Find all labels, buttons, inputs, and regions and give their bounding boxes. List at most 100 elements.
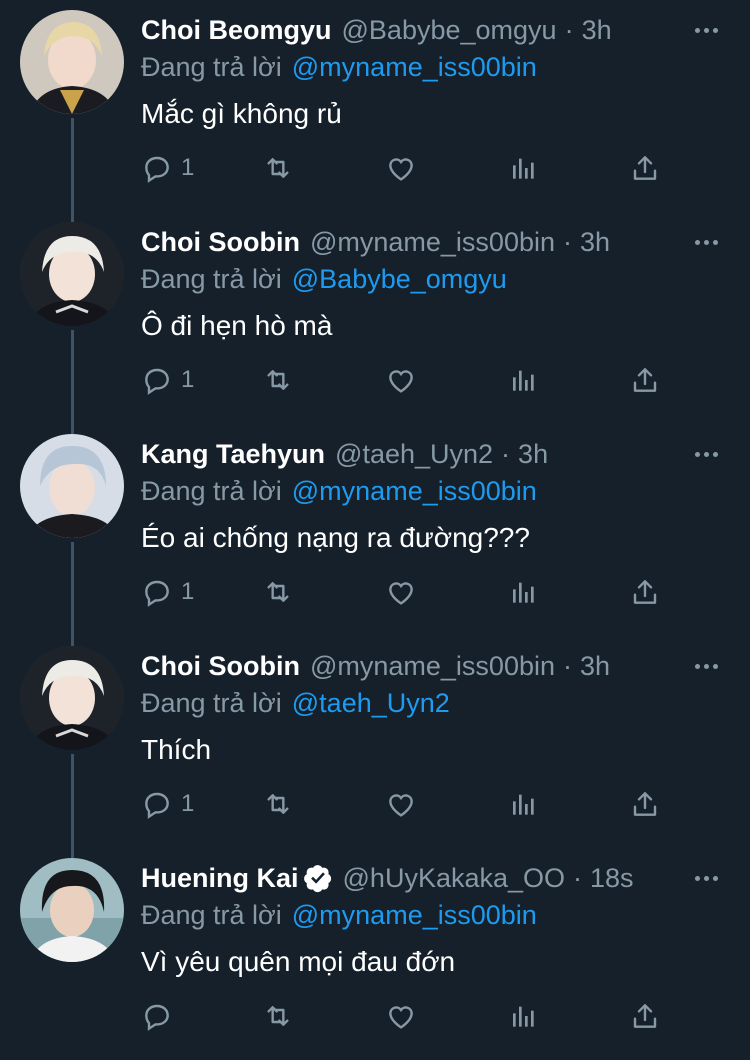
- mention-link[interactable]: @taeh_Uyn2: [292, 688, 450, 718]
- analytics-button[interactable]: [507, 996, 539, 1036]
- mention-link[interactable]: @myname_iss00bin: [292, 900, 537, 930]
- separator-dot: ·: [563, 651, 572, 681]
- reply-button[interactable]: 1: [141, 784, 194, 824]
- analytics-button[interactable]: [507, 572, 539, 612]
- tweet-actions: 1: [141, 148, 701, 188]
- analytics-button[interactable]: [507, 360, 539, 400]
- share-button[interactable]: [629, 148, 661, 188]
- tweet-actions: 1: [141, 784, 701, 824]
- avatar[interactable]: [20, 222, 124, 326]
- retweet-icon: [267, 1006, 289, 1026]
- analytics-button[interactable]: [507, 148, 539, 188]
- reply-icon: [145, 580, 169, 607]
- reply-count: 1: [181, 154, 195, 181]
- tweet[interactable]: Kang Taehyun @taeh_Uyn2 · 3h Đang trả lờ…: [0, 424, 750, 636]
- like-icon: [389, 582, 413, 605]
- like-button[interactable]: [385, 996, 417, 1036]
- verified-badge-icon: [303, 865, 331, 893]
- analytics-button[interactable]: [507, 784, 539, 824]
- analytics-icon: [513, 370, 534, 391]
- more-icon[interactable]: [686, 866, 726, 890]
- tweet-text: Thích: [141, 734, 212, 765]
- tweet-text: Vì yêu quên mọi đau đớn: [141, 946, 456, 977]
- reply-button[interactable]: 1: [141, 148, 194, 188]
- avatar[interactable]: [20, 858, 124, 962]
- like-icon: [389, 1006, 413, 1029]
- timestamp[interactable]: 3h: [580, 224, 610, 260]
- user-handle[interactable]: @myname_iss00bin: [310, 648, 555, 684]
- tweet-actions: [141, 996, 701, 1036]
- tweet-header: Huening Kai @hUyKakaka_OO · 18s: [141, 860, 726, 896]
- share-icon: [633, 580, 657, 604]
- display-name[interactable]: Kang Taehyun: [141, 436, 325, 472]
- retweet-icon: [267, 370, 289, 390]
- share-button[interactable]: [629, 784, 661, 824]
- tweet[interactable]: Choi Beomgyu @Babybe_omgyu · 3h Đang trả…: [0, 0, 750, 212]
- share-icon: [633, 368, 657, 392]
- replying-to-label: Đang trả lời: [141, 264, 282, 294]
- replying-to-label: Đang trả lời: [141, 476, 282, 506]
- like-button[interactable]: [385, 572, 417, 612]
- tweet-header: Choi Beomgyu @Babybe_omgyu · 3h: [141, 12, 726, 48]
- tweet[interactable]: Huening Kai @hUyKakaka_OO · 18s Đang trả…: [0, 848, 750, 1060]
- avatar[interactable]: [20, 434, 124, 538]
- reply-button[interactable]: 1: [141, 572, 194, 612]
- replying-to: Đang trả lời @Babybe_omgyu: [141, 261, 507, 297]
- share-button[interactable]: [629, 572, 661, 612]
- timestamp[interactable]: 3h: [580, 648, 610, 684]
- like-button[interactable]: [385, 360, 417, 400]
- mention-link[interactable]: @myname_iss00bin: [292, 52, 537, 82]
- retweet-button[interactable]: [262, 784, 294, 824]
- tweet-text: Ô đi hẹn hò mà: [141, 310, 333, 341]
- analytics-icon: [513, 158, 534, 179]
- user-handle[interactable]: @myname_iss00bin: [310, 224, 555, 260]
- retweet-button[interactable]: [262, 360, 294, 400]
- tweet-text: Éo ai chống nạng ra đường???: [141, 522, 530, 553]
- replying-to-label: Đang trả lời: [141, 688, 282, 718]
- timestamp[interactable]: 3h: [518, 436, 548, 472]
- like-icon: [389, 794, 413, 817]
- retweet-button[interactable]: [262, 148, 294, 188]
- display-name[interactable]: Huening Kai: [141, 860, 299, 896]
- user-handle[interactable]: @hUyKakaka_OO: [343, 860, 566, 896]
- tweet-header: Choi Soobin @myname_iss00bin · 3h: [141, 648, 726, 684]
- user-handle[interactable]: @taeh_Uyn2: [335, 436, 493, 472]
- timestamp[interactable]: 18s: [590, 860, 634, 896]
- retweet-button[interactable]: [262, 572, 294, 612]
- user-handle[interactable]: @Babybe_omgyu: [342, 12, 557, 48]
- more-icon[interactable]: [686, 654, 726, 678]
- reply-button[interactable]: [141, 996, 181, 1036]
- display-name[interactable]: Choi Soobin: [141, 648, 300, 684]
- analytics-icon: [513, 1006, 534, 1027]
- avatar[interactable]: [20, 646, 124, 750]
- like-button[interactable]: [385, 148, 417, 188]
- like-button[interactable]: [385, 784, 417, 824]
- like-icon: [389, 370, 413, 393]
- mention-link[interactable]: @Babybe_omgyu: [292, 264, 507, 294]
- retweet-button[interactable]: [262, 996, 294, 1036]
- reply-icon: [145, 792, 169, 819]
- timestamp[interactable]: 3h: [582, 12, 612, 48]
- share-button[interactable]: [629, 360, 661, 400]
- mention-link[interactable]: @myname_iss00bin: [292, 476, 537, 506]
- share-button[interactable]: [629, 996, 661, 1036]
- reply-button[interactable]: 1: [141, 360, 194, 400]
- display-name[interactable]: Choi Beomgyu: [141, 12, 332, 48]
- tweet[interactable]: Choi Soobin @myname_iss00bin · 3h Đang t…: [0, 212, 750, 424]
- more-icon[interactable]: [686, 18, 726, 42]
- avatar[interactable]: [20, 10, 124, 114]
- reply-icon: [145, 156, 169, 183]
- display-name[interactable]: Choi Soobin: [141, 224, 300, 260]
- retweet-icon: [267, 794, 289, 814]
- separator-dot: ·: [564, 15, 574, 45]
- replying-to: Đang trả lời @myname_iss00bin: [141, 897, 537, 933]
- replying-to-label: Đang trả lời: [141, 52, 282, 82]
- tweet[interactable]: Choi Soobin @myname_iss00bin · 3h Đang t…: [0, 636, 750, 848]
- replying-to: Đang trả lời @myname_iss00bin: [141, 473, 537, 509]
- more-icon[interactable]: [686, 442, 726, 466]
- tweet-header: Kang Taehyun @taeh_Uyn2 · 3h: [141, 436, 726, 472]
- analytics-icon: [513, 794, 534, 815]
- tweet-actions: 1: [141, 572, 701, 612]
- more-icon[interactable]: [686, 230, 726, 254]
- reply-count: 1: [181, 578, 195, 605]
